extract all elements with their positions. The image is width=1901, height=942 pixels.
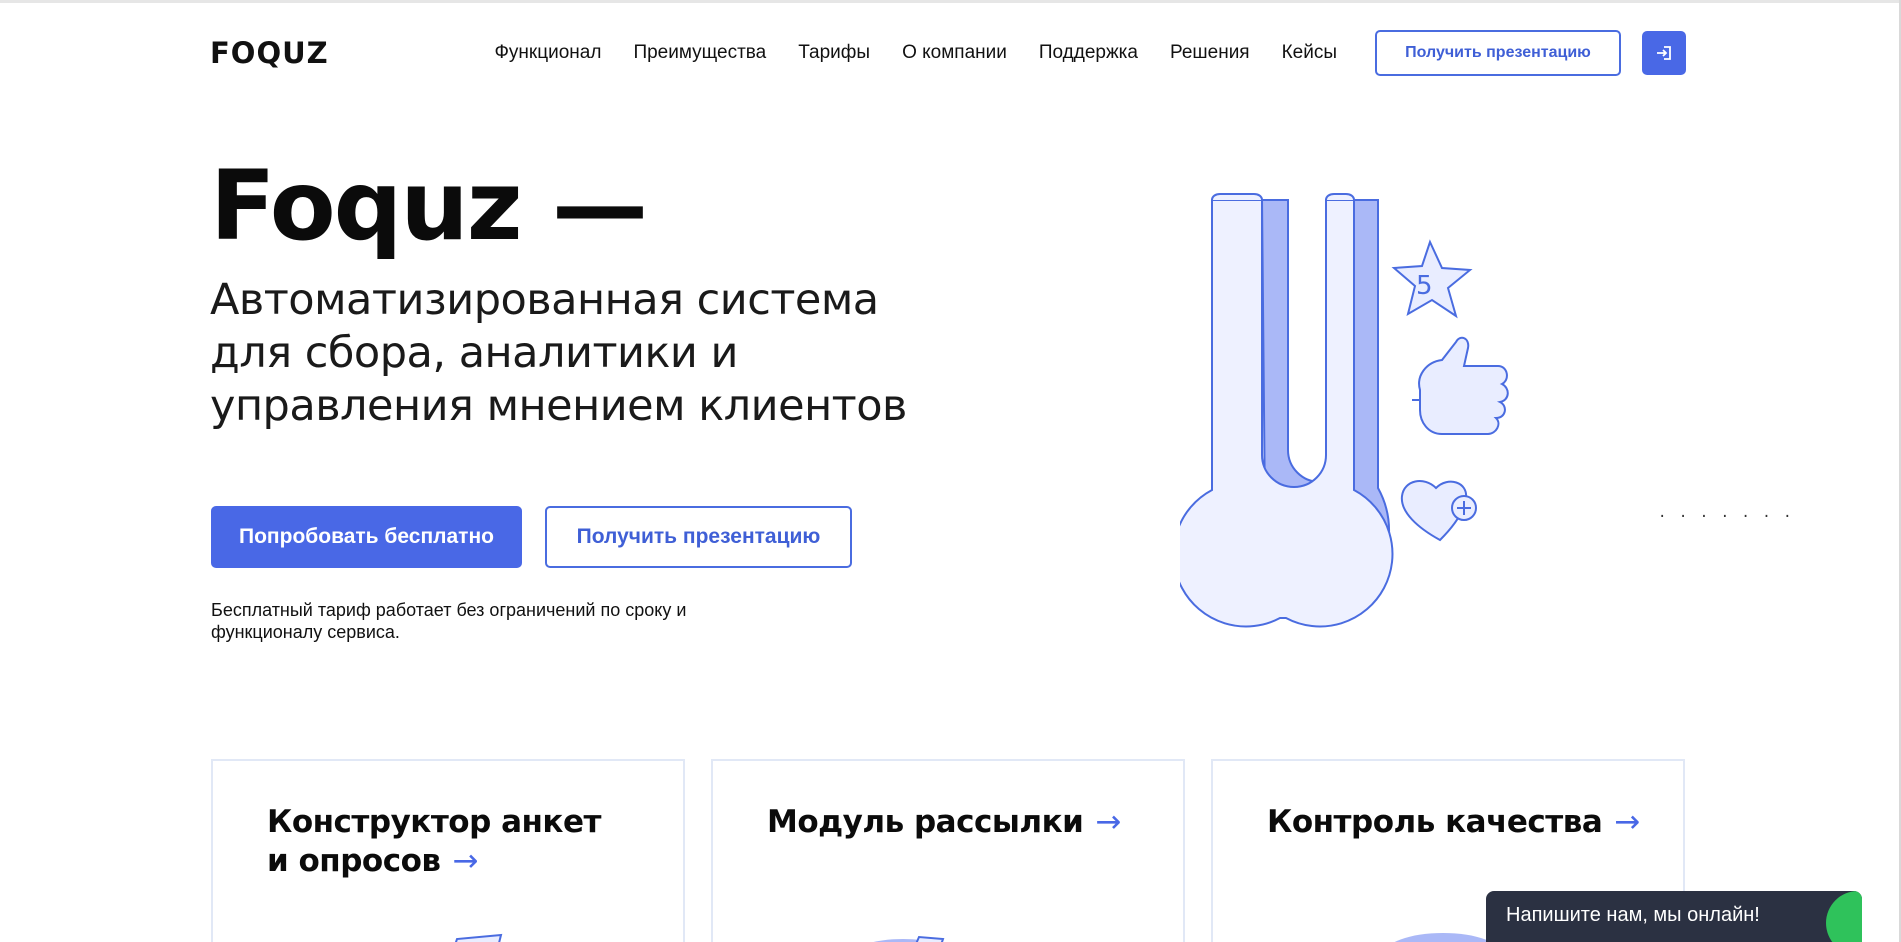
nav-pricing[interactable]: Тарифы — [798, 42, 870, 64]
heart-plus-icon — [1400, 480, 1477, 542]
card-title-line: Конструктор анкет — [267, 804, 601, 840]
chat-widget[interactable]: Напишите нам, мы онлайн! — [1486, 891, 1862, 942]
login-button[interactable] — [1642, 31, 1686, 75]
top-border — [0, 0, 1901, 3]
thumbs-up-icon — [1412, 336, 1509, 435]
free-plan-note: Бесплатный тариф работает без ограничени… — [211, 600, 687, 642]
card-title-line: Модуль рассылки → — [767, 803, 1121, 842]
card-survey-builder[interactable]: Конструктор анкет и опросов → — [211, 759, 685, 942]
decorative-dots: . . . . . . . — [1658, 505, 1794, 521]
arrow-right-icon: → — [452, 843, 479, 879]
chat-widget-label: Напишите нам, мы онлайн! — [1506, 904, 1760, 926]
hero-subtitle-line: для сбора, аналитики и — [210, 328, 738, 378]
logo[interactable]: FOQUZ — [210, 36, 329, 70]
card-title-text: и опросов — [267, 843, 441, 879]
card-title-line: и опросов → — [267, 842, 601, 881]
nav-functional[interactable]: Функционал — [494, 42, 601, 64]
arrow-right-icon: → — [1614, 804, 1640, 840]
card-title: Контроль качества → — [1267, 803, 1640, 842]
hero-subtitle-line: Автоматизированная система — [210, 275, 879, 325]
login-icon — [1657, 46, 1671, 60]
card-illustration — [873, 935, 945, 942]
nav-cases[interactable]: Кейсы — [1282, 42, 1337, 64]
hero-presentation-button[interactable]: Получить презентацию — [545, 506, 852, 568]
card-title-text: Модуль рассылки — [767, 804, 1084, 840]
main-nav: Функционал Преимущества Тарифы О компани… — [462, 42, 1337, 64]
try-free-button[interactable]: Попробовать бесплатно — [211, 506, 522, 568]
site-header: FOQUZ Функционал Преимущества Тарифы О к… — [210, 30, 1686, 76]
card-title-text: Контроль качества — [1267, 804, 1603, 840]
arrow-right-icon: → — [1095, 804, 1121, 840]
nav-about[interactable]: О компании — [902, 42, 1007, 64]
hero-u-illustration: 5 — [1180, 193, 1509, 628]
card-title-line: Контроль качества → — [1267, 803, 1640, 842]
nav-support[interactable]: Поддержка — [1039, 42, 1138, 64]
hero-title: Foquz — — [210, 150, 648, 262]
card-illustration — [454, 933, 503, 942]
chat-online-indicator — [1826, 891, 1862, 942]
svg-text:5: 5 — [1416, 271, 1433, 301]
card-title: Модуль рассылки → — [767, 803, 1121, 842]
hero-subtitle: Автоматизированная система для сбора, ан… — [210, 274, 910, 433]
card-illustration — [1394, 933, 1492, 942]
header-presentation-button[interactable]: Получить презентацию — [1375, 30, 1621, 76]
star-icon: 5 — [1391, 239, 1473, 319]
hero-subtitle-line: управления мнением клиентов — [210, 381, 907, 431]
nav-advantages[interactable]: Преимущества — [633, 42, 766, 64]
card-mailing-module[interactable]: Модуль рассылки → — [711, 759, 1185, 942]
nav-solutions[interactable]: Решения — [1170, 42, 1250, 64]
card-title: Конструктор анкет и опросов → — [267, 803, 601, 881]
